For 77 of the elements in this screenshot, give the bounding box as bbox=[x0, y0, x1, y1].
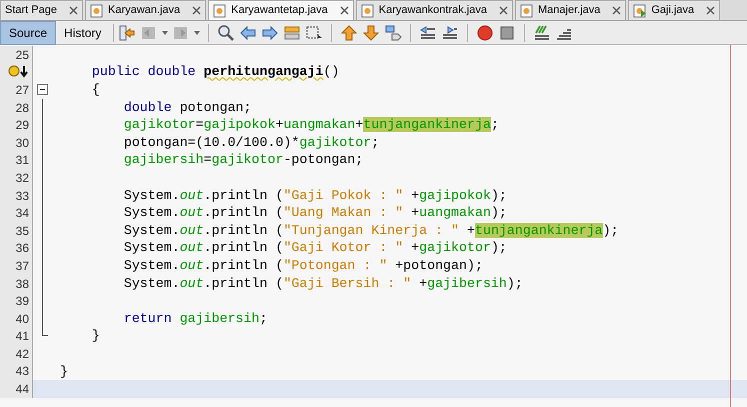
line-number: 35 bbox=[16, 222, 29, 240]
editor-tab[interactable]: Karyawankontrak.java bbox=[356, 0, 513, 20]
java-file-icon bbox=[213, 4, 228, 18]
line-number: 31 bbox=[16, 152, 29, 170]
code-line: } bbox=[90, 327, 100, 346]
code-line: System.out.println ("Tunjangan Kinerja : " +tunjangankinerja); bbox=[122, 222, 619, 240]
code-line: System.out.println ("Gaji Kotor : " +gajikotor); bbox=[122, 239, 507, 258]
line-number: 40 bbox=[16, 310, 29, 328]
tab-label: Karyawan.java bbox=[108, 3, 180, 18]
line-number: 38 bbox=[16, 276, 29, 293]
left-arrow-icon[interactable] bbox=[239, 24, 258, 42]
line-number: 39 bbox=[16, 293, 29, 310]
indent-icon[interactable] bbox=[441, 24, 460, 42]
view-tab[interactable]: Source bbox=[0, 20, 56, 44]
code-line: public double perhitungangaji() bbox=[90, 63, 340, 82]
code-line: gajikotor=gajipokok+uangmakan+tunjangankinerja; bbox=[122, 116, 499, 134]
line-number: 43 bbox=[16, 363, 29, 380]
line-number: 36 bbox=[16, 240, 29, 258]
selection-icon[interactable] bbox=[305, 24, 324, 42]
editor-tab[interactable]: Karyawantetap.java bbox=[208, 0, 354, 20]
line-number: 28 bbox=[16, 100, 29, 117]
shift-up-icon[interactable] bbox=[340, 24, 358, 42]
code-line: potongan=(10.0/100.0)*gajikotor; bbox=[122, 134, 380, 152]
editor-tab[interactable]: Manajer.java bbox=[515, 0, 626, 20]
java-file-icon bbox=[520, 4, 534, 18]
tab-label: Gaji.java bbox=[651, 3, 694, 18]
code-line: System.out.println ("Gaji Bersih : " +gajibersih); bbox=[122, 274, 523, 293]
code-line: gajibersih=gajikotor-potongan; bbox=[122, 151, 364, 170]
code-line: } bbox=[60, 362, 68, 381]
line-number: 41 bbox=[16, 328, 29, 346]
line-number: 37 bbox=[16, 258, 29, 275]
line-number: 30 bbox=[16, 134, 29, 152]
tab-label: Karyawantetap.java bbox=[231, 3, 328, 18]
close-icon[interactable] bbox=[340, 6, 349, 15]
shapes-icon[interactable] bbox=[384, 24, 402, 42]
last-edit-icon[interactable] bbox=[118, 24, 136, 42]
right-arrow-icon[interactable] bbox=[261, 24, 280, 42]
outdent-icon[interactable] bbox=[419, 24, 438, 42]
record-icon[interactable] bbox=[476, 24, 494, 42]
search-icon[interactable] bbox=[217, 24, 236, 42]
code-line: double potongan; bbox=[122, 98, 252, 117]
java-file-icon bbox=[90, 4, 104, 18]
editor-tab[interactable]: Karyawan.java bbox=[84, 0, 206, 20]
line-number: 34 bbox=[16, 205, 29, 222]
code-line: System.out.println ("Gaji Pokok : " +gajipokok); bbox=[122, 186, 507, 205]
java-file-icon bbox=[360, 4, 375, 18]
tab-label: Karyawankontrak.java bbox=[378, 3, 487, 18]
stop-icon[interactable] bbox=[498, 24, 516, 42]
line-number: 29 bbox=[16, 117, 29, 134]
editor-tab[interactable]: Start Page bbox=[0, 0, 83, 20]
close-icon[interactable] bbox=[706, 6, 716, 15]
fold-toggle-icon[interactable] bbox=[37, 84, 48, 96]
line-number: 33 bbox=[16, 188, 29, 205]
close-icon[interactable] bbox=[499, 6, 508, 15]
run-file-icon bbox=[633, 4, 648, 18]
shift-down-icon[interactable] bbox=[362, 24, 380, 42]
lightbulb-icon[interactable] bbox=[7, 65, 29, 80]
line-number: 42 bbox=[16, 346, 29, 363]
macro-icon[interactable] bbox=[533, 24, 552, 42]
code-line: return gajibersih; bbox=[122, 310, 268, 328]
tab-label: Start Page bbox=[5, 3, 57, 18]
code-line: System.out.println ("Potongan : " +potongan); bbox=[122, 256, 483, 275]
close-icon[interactable] bbox=[192, 6, 202, 15]
view-tab[interactable]: History bbox=[56, 20, 110, 44]
line-number: 44 bbox=[16, 381, 29, 398]
line-number: 32 bbox=[16, 170, 29, 187]
line-number: 27 bbox=[16, 82, 29, 99]
caret-icon[interactable] bbox=[194, 30, 200, 36]
close-icon[interactable] bbox=[612, 6, 622, 15]
editor-tab[interactable]: Gaji.java bbox=[628, 0, 720, 20]
caret-icon[interactable] bbox=[162, 30, 168, 36]
tab-label: Manajer.java bbox=[538, 3, 600, 18]
highlight-icon[interactable] bbox=[283, 24, 302, 42]
code-line: { bbox=[90, 81, 100, 100]
close-icon[interactable] bbox=[68, 6, 78, 15]
code-line: System.out.println ("Uang Makan : " +uangmakan); bbox=[122, 204, 507, 222]
line-number: 25 bbox=[16, 46, 29, 64]
